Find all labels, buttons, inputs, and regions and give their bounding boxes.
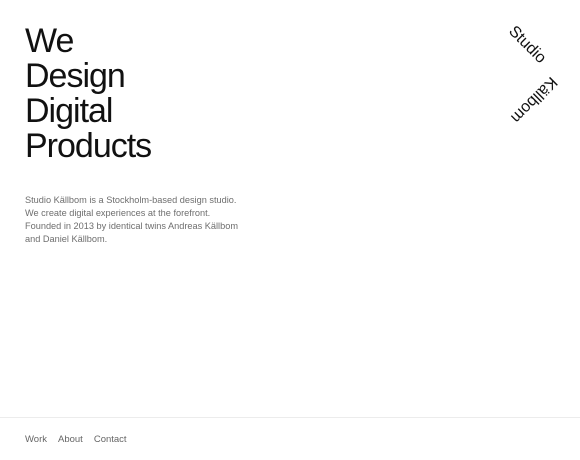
nav-link-about[interactable]: About — [58, 434, 83, 446]
studio-logo[interactable]: Studio Källbom — [497, 23, 567, 126]
footer-nav: Work About Contact — [25, 434, 127, 446]
headline-line: We — [25, 22, 74, 60]
nav-link-contact[interactable]: Contact — [94, 434, 127, 446]
headline-line: Products — [25, 127, 152, 165]
logo-word-kallbom: Källbom — [507, 73, 560, 126]
logo-mark: Studio Källbom — [505, 23, 560, 126]
studio-intro: Studio Källbom is a Stockholm-based desi… — [25, 194, 265, 246]
footer-divider — [0, 417, 580, 418]
intro-line: Studio Källbom is a Stockholm-based desi… — [25, 195, 237, 205]
headline-line: Design — [25, 57, 126, 95]
intro-line: and Daniel Källbom. — [25, 234, 108, 244]
nav-link-work[interactable]: Work — [25, 434, 47, 446]
intro-line: We create digital experiences at the for… — [25, 208, 211, 218]
logo-word-studio: Studio — [505, 23, 549, 67]
headline-line: Digital — [25, 92, 113, 130]
hero-headline: We Design Digital Products — [25, 22, 152, 165]
intro-line: Founded in 2013 by identical twins Andre… — [25, 221, 238, 231]
